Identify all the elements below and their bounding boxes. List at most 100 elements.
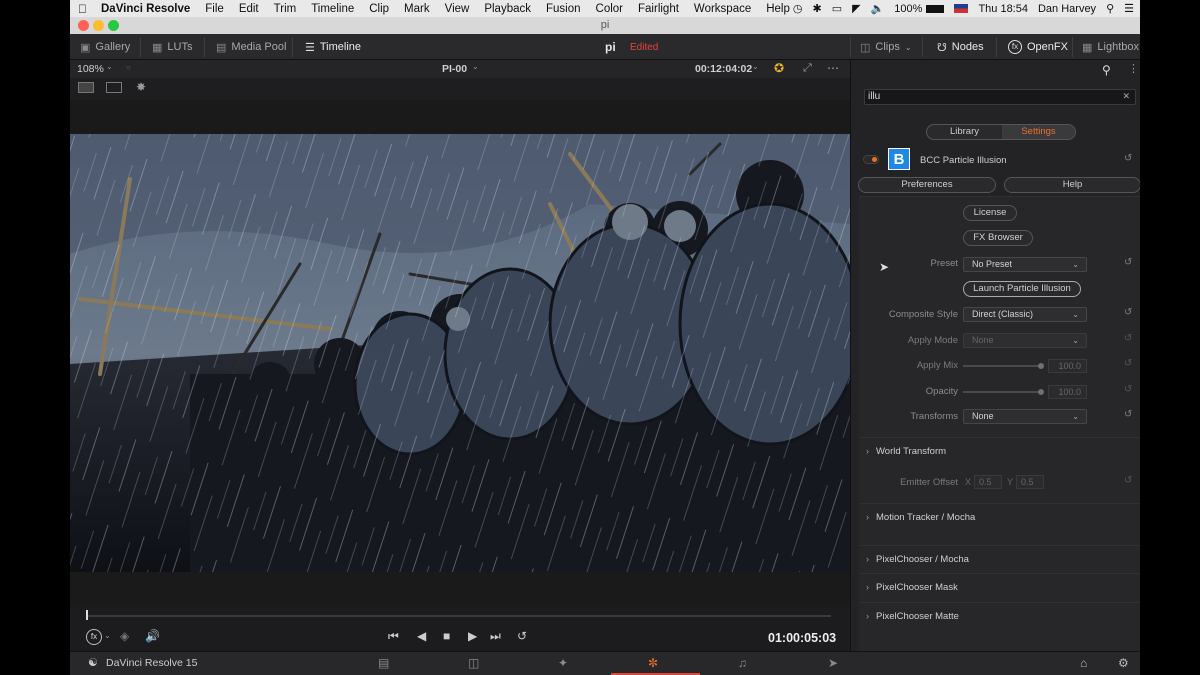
close-window-button[interactable]: [78, 20, 89, 31]
spotlight-icon[interactable]: ⚲: [1106, 2, 1114, 15]
fx-bypass-icon[interactable]: fx: [86, 629, 102, 645]
section-motion-tracker[interactable]: › Motion Tracker / Mocha: [859, 503, 1140, 530]
transforms-dropdown[interactable]: None ⌄: [963, 409, 1087, 424]
apply-mix-knob[interactable]: [1038, 363, 1044, 369]
fx-chevron-icon[interactable]: ⌄: [104, 631, 111, 640]
menu-app-name[interactable]: DaVinci Resolve: [101, 3, 190, 15]
search-input-value[interactable]: illu: [868, 91, 880, 102]
preset-reset-icon[interactable]: ↺: [1124, 257, 1132, 268]
plugin-reset-icon[interactable]: ↺: [1124, 153, 1132, 164]
apply-mode-dropdown[interactable]: None ⌄: [963, 333, 1087, 348]
go-to-end-icon[interactable]: ⏭: [490, 629, 501, 644]
menu-view[interactable]: View: [445, 3, 470, 15]
opacity-value[interactable]: 100.0: [1048, 385, 1087, 399]
apple-icon[interactable]: : [78, 2, 87, 16]
viewer-more-icon[interactable]: ⋯: [827, 61, 839, 75]
split-screen-icon[interactable]: [78, 82, 94, 93]
composite-reset-icon[interactable]: ↺: [1124, 307, 1132, 318]
menu-edit[interactable]: Edit: [239, 3, 259, 15]
transforms-reset-icon[interactable]: ↺: [1124, 409, 1132, 420]
search-icon[interactable]: ⚲: [1102, 63, 1111, 77]
stop-icon[interactable]: ■: [443, 629, 450, 643]
menu-playback[interactable]: Playback: [484, 3, 531, 15]
deliver-page-icon[interactable]: ➤: [828, 656, 838, 670]
emitter-y-value[interactable]: 0.5: [1016, 475, 1044, 489]
apply-mix-reset-icon[interactable]: ↺: [1124, 358, 1132, 369]
video-frame[interactable]: [70, 134, 850, 572]
menu-timeline[interactable]: Timeline: [311, 3, 354, 15]
opacity-knob[interactable]: [1038, 389, 1044, 395]
opacity-reset-icon[interactable]: ↺: [1124, 384, 1132, 395]
fx-browser-button[interactable]: FX Browser: [963, 230, 1033, 246]
wipe-icon[interactable]: [106, 82, 122, 93]
lightbox-button[interactable]: ▦ Lightbox: [1082, 34, 1139, 60]
gallery-button[interactable]: ▣ Gallery: [80, 34, 130, 60]
section-world-transform[interactable]: › World Transform: [859, 437, 1140, 464]
color-wheel-icon[interactable]: ✪: [774, 61, 784, 75]
media-pool-button[interactable]: ▤ Media Pool: [216, 34, 286, 60]
apply-mix-value[interactable]: 100.0: [1048, 359, 1087, 373]
emitter-reset-icon[interactable]: ↺: [1124, 475, 1132, 486]
play-icon[interactable]: ▶: [468, 629, 477, 643]
home-icon[interactable]: ⌂: [1080, 656, 1087, 670]
menu-workspace[interactable]: Workspace: [694, 3, 751, 15]
bluetooth-icon[interactable]: ✱: [813, 2, 822, 15]
zoom-level[interactable]: 108%: [77, 63, 104, 75]
openfx-button[interactable]: fx OpenFX: [1008, 34, 1068, 60]
section-pixelchooser-mask[interactable]: › PixelChooser Mask: [859, 573, 1140, 600]
source-timecode[interactable]: 00:12:04:02: [695, 63, 752, 75]
clear-search-icon[interactable]: ✕: [1122, 91, 1130, 102]
menu-fairlight[interactable]: Fairlight: [638, 3, 679, 15]
composite-style-dropdown[interactable]: Direct (Classic) ⌄: [963, 307, 1087, 322]
magic-wand-icon[interactable]: ✸: [136, 80, 146, 94]
menu-mark[interactable]: Mark: [404, 3, 430, 15]
tab-library[interactable]: Library: [927, 125, 1002, 139]
clip-name[interactable]: PI-00: [442, 63, 467, 75]
color-page-icon[interactable]: ✼: [648, 656, 658, 670]
minimize-window-button[interactable]: [93, 20, 104, 31]
apply-mix-slider[interactable]: [963, 365, 1041, 367]
layers-icon[interactable]: ◈: [120, 629, 129, 643]
tab-settings[interactable]: Settings: [1002, 125, 1075, 139]
settings-gear-icon[interactable]: ⚙: [1118, 656, 1129, 670]
display-icon[interactable]: ▭: [832, 2, 842, 15]
help-button[interactable]: Help: [1004, 177, 1140, 193]
preferences-button[interactable]: Preferences: [858, 177, 996, 193]
scrubber-bar[interactable]: [70, 605, 850, 627]
opacity-slider[interactable]: [963, 391, 1041, 393]
scrubber-track[interactable]: [87, 615, 831, 617]
flag-icon[interactable]: [954, 4, 969, 13]
media-page-icon[interactable]: ▤: [378, 656, 389, 670]
battery-icon[interactable]: [926, 4, 945, 13]
menu-clip[interactable]: Clip: [369, 3, 389, 15]
loop-icon[interactable]: ↺: [517, 629, 527, 643]
timeline-button[interactable]: ☰ Timeline: [305, 34, 361, 60]
clock[interactable]: Thu 18:54: [978, 3, 1028, 15]
record-timecode[interactable]: 01:00:05:03: [768, 631, 836, 645]
fairlight-page-icon[interactable]: ♫: [738, 656, 747, 670]
nodes-button[interactable]: ☋ Nodes: [937, 34, 984, 60]
go-to-start-icon[interactable]: ⏮: [388, 629, 399, 644]
section-pixelchooser-mocha[interactable]: › PixelChooser / Mocha: [859, 545, 1140, 572]
license-button[interactable]: License: [963, 205, 1017, 221]
menu-color[interactable]: Color: [596, 3, 623, 15]
clip-chevron-icon[interactable]: ⌄: [472, 62, 479, 71]
search-field[interactable]: illu ✕: [864, 89, 1136, 105]
play-reverse-icon[interactable]: ◀: [417, 629, 426, 643]
user-name[interactable]: Dan Harvey: [1038, 3, 1096, 15]
launch-particle-illusion-button[interactable]: Launch Particle Illusion: [963, 281, 1081, 297]
time-machine-icon[interactable]: ◷: [793, 2, 803, 15]
battery-percent[interactable]: 100%: [894, 3, 922, 15]
apply-mode-reset-icon[interactable]: ↺: [1124, 333, 1132, 344]
zoom-chevron-icon[interactable]: ⌄: [106, 62, 113, 71]
playhead[interactable]: [86, 610, 88, 620]
luts-button[interactable]: ▦ LUTs: [152, 34, 192, 60]
section-pixelchooser-matte[interactable]: › PixelChooser Matte: [859, 602, 1140, 629]
fusion-page-icon[interactable]: ✦: [558, 656, 568, 670]
timecode-chevron-icon[interactable]: ⌄: [752, 62, 759, 71]
panel-more-icon[interactable]: ⋮: [1128, 62, 1139, 75]
menu-trim[interactable]: Trim: [274, 3, 297, 15]
speaker-icon[interactable]: 🔊: [145, 629, 160, 643]
clips-button[interactable]: ◫ Clips ⌄: [860, 34, 912, 60]
volume-icon[interactable]: 🔈: [871, 2, 885, 15]
